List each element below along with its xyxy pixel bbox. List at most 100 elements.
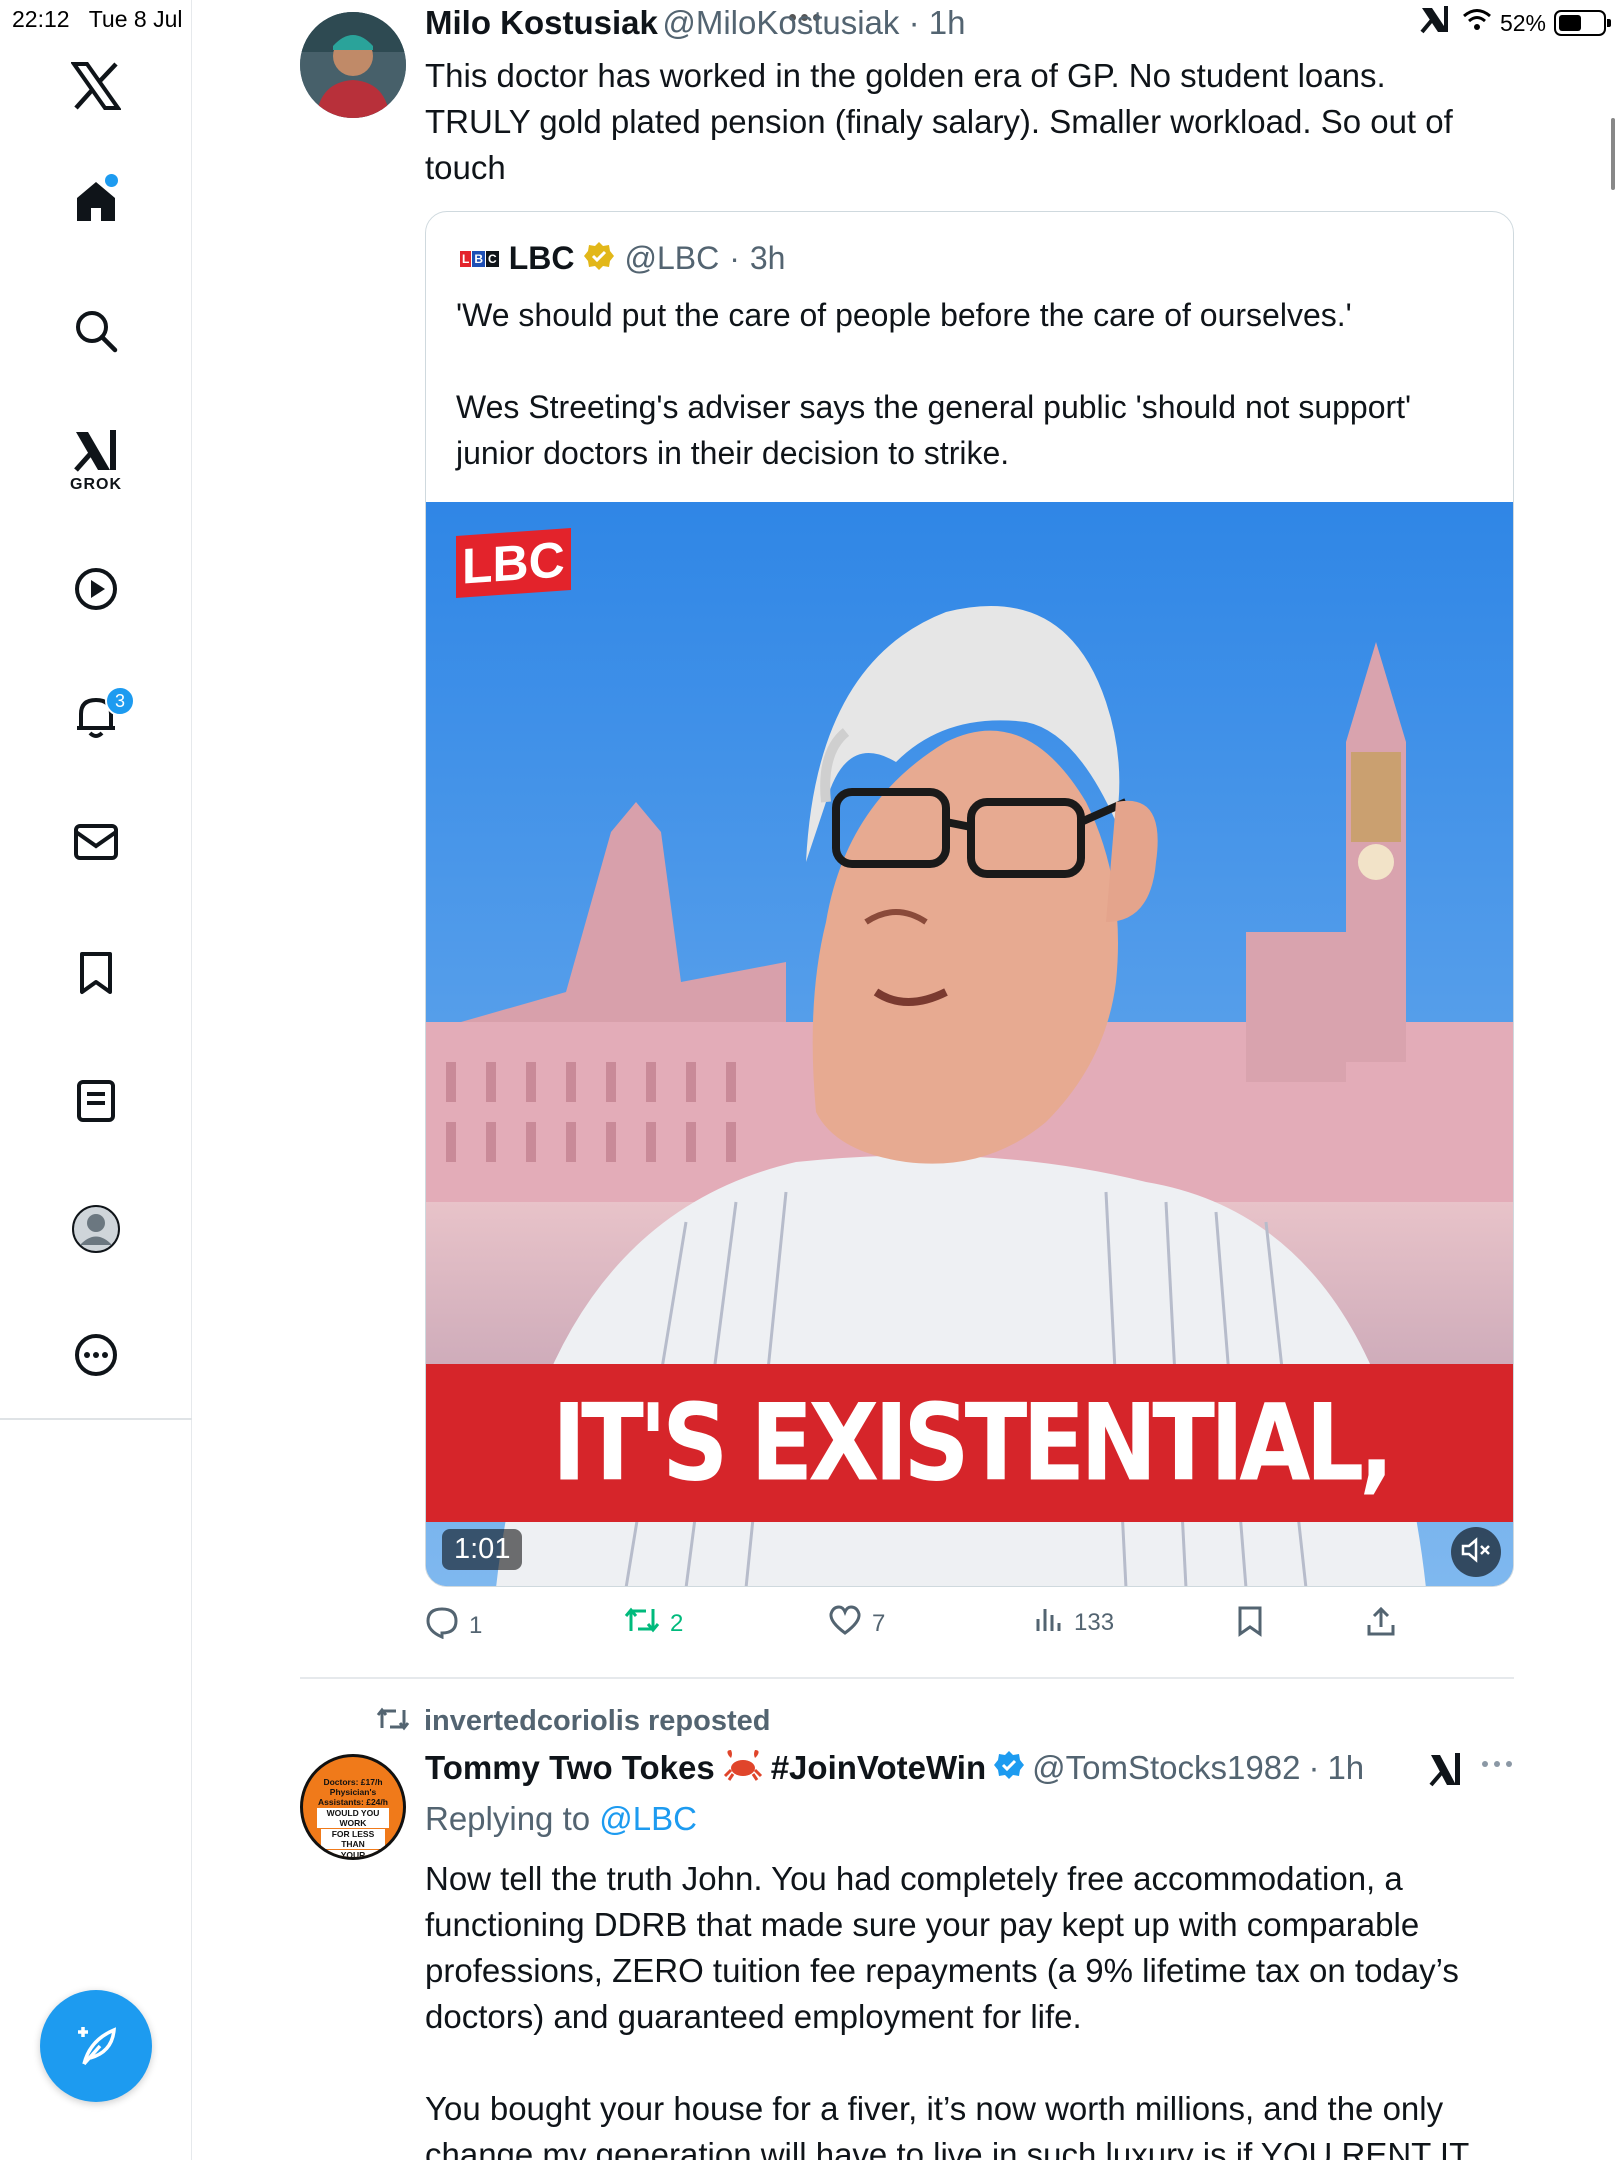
sidebar-divider (0, 1418, 192, 1420)
repost-indicator: invertedcoriolis reposted (376, 1705, 771, 1738)
post2-text-line: change my generation will have to live i… (425, 2136, 1470, 2160)
post2-text-line: professions, ZERO tuition fee repayments… (425, 1952, 1459, 1989)
post2-avatar[interactable]: Doctors: £17/h Physician's Assistants: £… (300, 1754, 406, 1860)
nav-search[interactable] (0, 308, 192, 354)
blue-verified-icon (994, 1750, 1025, 1785)
repost-count: 2 (670, 1609, 684, 1637)
quote-text-line: junior doctors in their decision to stri… (456, 435, 1010, 471)
replying-handle-link[interactable]: @LBC (599, 1800, 697, 1837)
repost-small-icon (376, 1706, 410, 1737)
play-icon (73, 566, 119, 612)
nav-bookmarks[interactable] (0, 950, 192, 996)
x-logo-icon[interactable] (0, 62, 192, 110)
post2-author-name[interactable]: Tommy Two Tokes (425, 1749, 715, 1787)
reply-count: 1 (469, 1611, 483, 1639)
list-icon (75, 1078, 117, 1124)
quote-text-line: 'We should put the care of people before… (456, 297, 1352, 333)
video-logo-text: LBC (456, 527, 571, 599)
notification-badge: 3 (105, 686, 135, 716)
post1-text-line: touch (425, 149, 506, 186)
search-icon (73, 308, 119, 354)
battery-percent: 52% (1499, 9, 1546, 36)
compose-button[interactable] (40, 1990, 152, 2102)
post1-avatar[interactable] (300, 12, 406, 118)
post1-text: This doctor has worked in the golden era… (425, 53, 1515, 191)
video-caption-bar: IT'S EXISTENTIAL, (426, 1364, 1513, 1522)
status-indicators: 52% (1418, 4, 1611, 42)
bookmark-action-icon (1235, 1605, 1265, 1644)
post2-more-icon[interactable] (1480, 1754, 1514, 1779)
bookmark-icon (76, 950, 116, 996)
quote-handle: @LBC (624, 240, 720, 276)
avatar-text: Doctors: £17/h Physician's Assistants: £… (309, 1777, 397, 1857)
reply-button[interactable]: 1 (425, 1605, 482, 1646)
nav-video[interactable] (0, 566, 192, 612)
post2-header: Tommy Two Tokes #JoinVoteWin @TomStocks1… (425, 1748, 1365, 1787)
video-caption-text: IT'S EXISTENTIAL, (551, 1381, 1394, 1505)
mute-button[interactable] (1451, 1527, 1501, 1577)
post2-grok-icon[interactable] (1428, 1752, 1464, 1793)
profile-avatar-icon (71, 1204, 121, 1254)
post2-text-line: doctors) and guaranteed employment for l… (425, 1998, 1082, 2035)
nav-lists[interactable] (0, 1078, 192, 1124)
home-new-dot (105, 174, 118, 187)
nav-notifications[interactable]: 3 (0, 686, 192, 740)
quote-header: LBC LBC @LBC · 3h (460, 240, 786, 276)
share-button[interactable] (1365, 1605, 1397, 1644)
post2-text: Now tell the truth John. You had complet… (425, 1856, 1525, 2160)
quote-card[interactable]: LBC LBC @LBC · 3h 'We should put the care … (425, 211, 1514, 1587)
like-count: 7 (872, 1609, 886, 1637)
post1-handle[interactable]: @MiloKostusiak (662, 4, 899, 41)
compose-feather-icon (68, 2016, 124, 2077)
repost-button[interactable]: 2 (624, 1605, 683, 1642)
nav-grok[interactable]: GROK (0, 428, 192, 494)
post2-text-line: Now tell the truth John. You had complet… (425, 1860, 1403, 1897)
post1-text-line: This doctor has worked in the golden era… (425, 57, 1386, 94)
gold-verified-icon (584, 241, 615, 276)
replying-to: Replying to @LBC (425, 1800, 697, 1838)
post1-text-line: TRULY gold plated pension (finaly salary… (425, 103, 1453, 140)
quote-time: 3h (749, 240, 786, 276)
repost-icon (624, 1605, 660, 1642)
muted-speaker-icon (1461, 1536, 1491, 1568)
nav-profile[interactable] (0, 1204, 192, 1254)
scrollbar-thumb[interactable] (1611, 118, 1615, 190)
quote-text: 'We should put the care of people before… (456, 292, 1496, 476)
quote-text-line: Wes Streeting's adviser says the general… (456, 389, 1412, 425)
post1-author-name[interactable]: Milo Kostusiak (425, 4, 658, 41)
battery-icon (1554, 10, 1611, 36)
post2-text-line: You bought your house for a fiver, it’s … (425, 2090, 1444, 2127)
sidebar: GROK 3 (0, 0, 192, 2160)
wifi-icon (1462, 8, 1492, 38)
mail-icon (73, 822, 119, 862)
lbc-logo-icon: LBC (460, 250, 499, 267)
post2-name-hashtag[interactable]: #JoinVoteWin (771, 1749, 986, 1787)
analytics-icon (1034, 1605, 1064, 1640)
video-player[interactable]: LBC IT'S EXISTENTIAL, 1:01 (426, 502, 1513, 1586)
views-button[interactable]: 133 (1034, 1605, 1114, 1640)
more-circle-icon (73, 1332, 119, 1378)
grok-icon (72, 428, 120, 474)
nav-more[interactable] (0, 1332, 192, 1378)
post1-header: Milo Kostusiak @MiloKostusiak · 1h (425, 4, 966, 41)
replying-label: Replying to (425, 1800, 591, 1837)
share-icon (1365, 1605, 1397, 1644)
like-button[interactable]: 7 (828, 1605, 885, 1642)
views-count: 133 (1074, 1608, 1115, 1636)
video-duration: 1:01 (442, 1529, 523, 1570)
post2-time[interactable]: 1h (1327, 1749, 1364, 1787)
reposted-by-text[interactable]: invertedcoriolis reposted (424, 1705, 771, 1738)
video-lbc-logo: LBC (456, 527, 571, 599)
post2-text-line: functioning DDRB that made sure your pay… (425, 1906, 1420, 1943)
post1-time[interactable]: 1h (929, 4, 966, 41)
quote-author-name: LBC (508, 240, 575, 276)
crab-emoji-icon (723, 1748, 763, 1787)
post2-handle[interactable]: @TomStocks1982 (1032, 1749, 1300, 1787)
grok-label: GROK (70, 476, 122, 493)
grok-status-icon[interactable] (1418, 4, 1454, 42)
nav-messages[interactable] (0, 822, 192, 862)
heart-icon (828, 1605, 862, 1642)
bookmark-button[interactable] (1235, 1605, 1265, 1644)
reply-icon (425, 1605, 459, 1646)
nav-home[interactable] (0, 174, 192, 224)
